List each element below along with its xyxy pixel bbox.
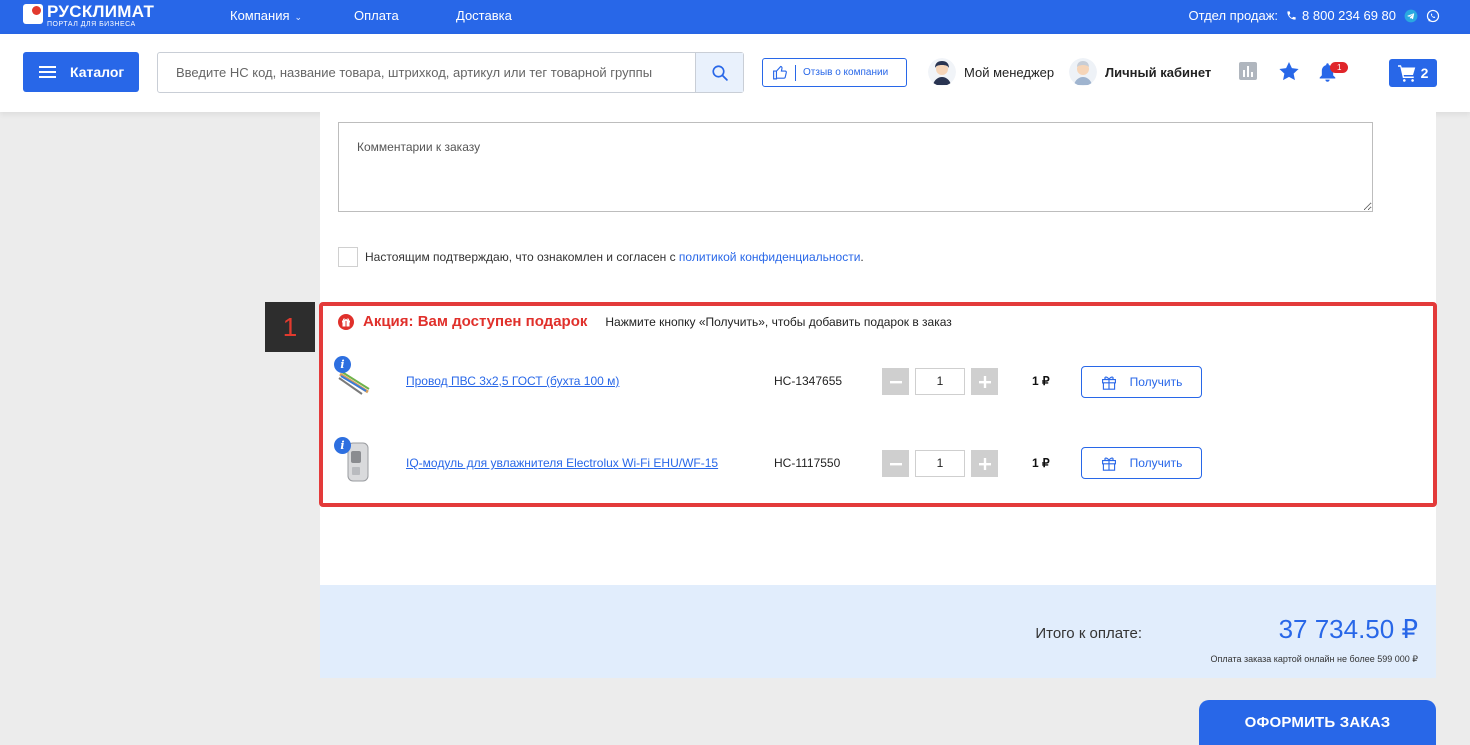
- cart-button[interactable]: 2: [1389, 59, 1437, 87]
- gift-product-code: НС-1347655: [774, 374, 843, 388]
- gift-box-icon: [1101, 376, 1116, 390]
- main-header: Каталог Отзыв о компании Мой менеджер Ли…: [0, 34, 1470, 112]
- checkout-button[interactable]: ОФОРМИТЬ ЗАКАЗ: [1199, 700, 1436, 745]
- search-box: [157, 52, 744, 93]
- annotation-marker: 1: [265, 302, 315, 352]
- quantity-decrease-button[interactable]: [882, 368, 909, 395]
- card-payment-limit-note: Оплата заказа картой онлайн не более 599…: [1210, 654, 1418, 664]
- telegram-icon[interactable]: [1404, 9, 1418, 23]
- favorites-star-icon[interactable]: [1279, 62, 1299, 81]
- gift-box-icon: [1101, 457, 1116, 471]
- gift-promo-hint: Нажмите кнопку «Получить», чтобы добавит…: [605, 314, 952, 329]
- total-label: Итого к оплате:: [1035, 625, 1142, 642]
- quantity-input[interactable]: 1: [915, 368, 965, 395]
- search-input[interactable]: [158, 53, 696, 92]
- cart-icon: [1397, 64, 1415, 82]
- gift-item-row: i IQ-модуль для увлажнителя Electrolux W…: [332, 437, 1222, 487]
- gift-promo-title: Акция: Вам доступен подарок: [363, 313, 588, 330]
- nav-payment[interactable]: Оплата: [354, 8, 399, 23]
- privacy-consent-checkbox[interactable]: [338, 247, 358, 267]
- cart-count: 2: [1420, 65, 1429, 81]
- gift-item-row: i Провод ПВС 3х2,5 ГОСТ (бухта 100 м) НС…: [332, 356, 1222, 406]
- search-icon: [711, 64, 728, 81]
- quantity-decrease-button[interactable]: [882, 450, 909, 477]
- company-review-button[interactable]: Отзыв о компании: [762, 58, 907, 87]
- catalog-button[interactable]: Каталог: [23, 52, 139, 92]
- get-gift-label: Получить: [1129, 456, 1183, 470]
- total-sum: 37 734.50 ₽: [1278, 614, 1418, 644]
- nav-company[interactable]: Компания ⌄: [230, 8, 302, 23]
- menu-icon: [39, 66, 56, 78]
- phone-icon: [1287, 11, 1296, 20]
- get-gift-button[interactable]: Получить: [1081, 366, 1202, 398]
- privacy-consent-label: Настоящим подтверждаю, что ознакомлен и …: [365, 250, 679, 264]
- manager-avatar-icon: [928, 58, 956, 86]
- get-gift-label: Получить: [1129, 375, 1183, 389]
- brand-tagline: ПОРТАЛ ДЛЯ БИЗНЕСА: [47, 21, 136, 28]
- company-review-label: Отзыв о компании: [803, 67, 889, 78]
- my-manager-link[interactable]: Мой менеджер: [928, 58, 1054, 86]
- plus-icon: [978, 457, 991, 470]
- sales-label: Отдел продаж:: [1188, 8, 1279, 23]
- personal-account-label: Личный кабинет: [1105, 64, 1212, 80]
- minus-icon: [889, 380, 902, 383]
- divider: [795, 64, 796, 81]
- compare-chart-icon[interactable]: [1239, 62, 1257, 80]
- privacy-consent-end: .: [860, 250, 864, 264]
- privacy-consent-text: Настоящим подтверждаю, что ознакомлен и …: [365, 250, 864, 264]
- gift-price: 1 ₽: [1032, 456, 1050, 470]
- order-comment-box: [338, 122, 1373, 212]
- get-gift-button[interactable]: Получить: [1081, 447, 1202, 479]
- info-icon[interactable]: i: [334, 356, 351, 373]
- info-icon[interactable]: i: [334, 437, 351, 454]
- top-bar: РУСКЛИМАТ ПОРТАЛ ДЛЯ БИЗНЕСА Компания ⌄ О…: [0, 0, 1470, 34]
- user-avatar-icon: [1069, 58, 1097, 86]
- chevron-down-icon: ⌄: [294, 12, 303, 22]
- privacy-policy-link[interactable]: политикой конфиденциальности: [679, 250, 860, 264]
- gift-product-name[interactable]: IQ-модуль для увлажнителя Electrolux Wi-…: [406, 456, 718, 470]
- plus-icon: [978, 375, 991, 388]
- gift-promo-header: Акция: Вам доступен подарок Нажмите кноп…: [338, 313, 952, 330]
- sales-contacts: Отдел продаж: 8 800 234 69 80: [1188, 8, 1440, 23]
- quantity-increase-button[interactable]: [971, 450, 998, 477]
- gift-icon: [338, 313, 354, 330]
- logo-icon: [23, 4, 43, 24]
- thumbs-up-icon: [773, 65, 787, 80]
- privacy-consent: Настоящим подтверждаю, что ознакомлен и …: [338, 247, 864, 267]
- brand-name: РУСКЛИМАТ: [47, 2, 155, 21]
- brand-logo[interactable]: РУСКЛИМАТ ПОРТАЛ ДЛЯ БИЗНЕСА: [23, 3, 154, 29]
- notifications-count-badge: 1: [1330, 62, 1349, 73]
- nav-delivery[interactable]: Доставка: [456, 8, 512, 23]
- catalog-button-label: Каталог: [70, 64, 125, 80]
- whatsapp-icon[interactable]: [1426, 9, 1440, 23]
- sales-phone[interactable]: 8 800 234 69 80: [1286, 8, 1396, 23]
- quantity-input[interactable]: 1: [915, 450, 965, 477]
- personal-account-link[interactable]: Личный кабинет: [1069, 58, 1211, 86]
- nav-company-label: Компания: [230, 8, 290, 23]
- gift-product-name[interactable]: Провод ПВС 3х2,5 ГОСТ (бухта 100 м): [406, 374, 619, 388]
- my-manager-label: Мой менеджер: [964, 64, 1055, 80]
- sales-phone-number: 8 800 234 69 80: [1302, 8, 1396, 23]
- gift-product-code: НС-1117550: [774, 456, 841, 470]
- minus-icon: [889, 462, 902, 465]
- search-button[interactable]: [695, 53, 743, 92]
- gift-price: 1 ₽: [1032, 374, 1050, 388]
- order-comment-input[interactable]: [339, 123, 1372, 211]
- quantity-increase-button[interactable]: [971, 368, 998, 395]
